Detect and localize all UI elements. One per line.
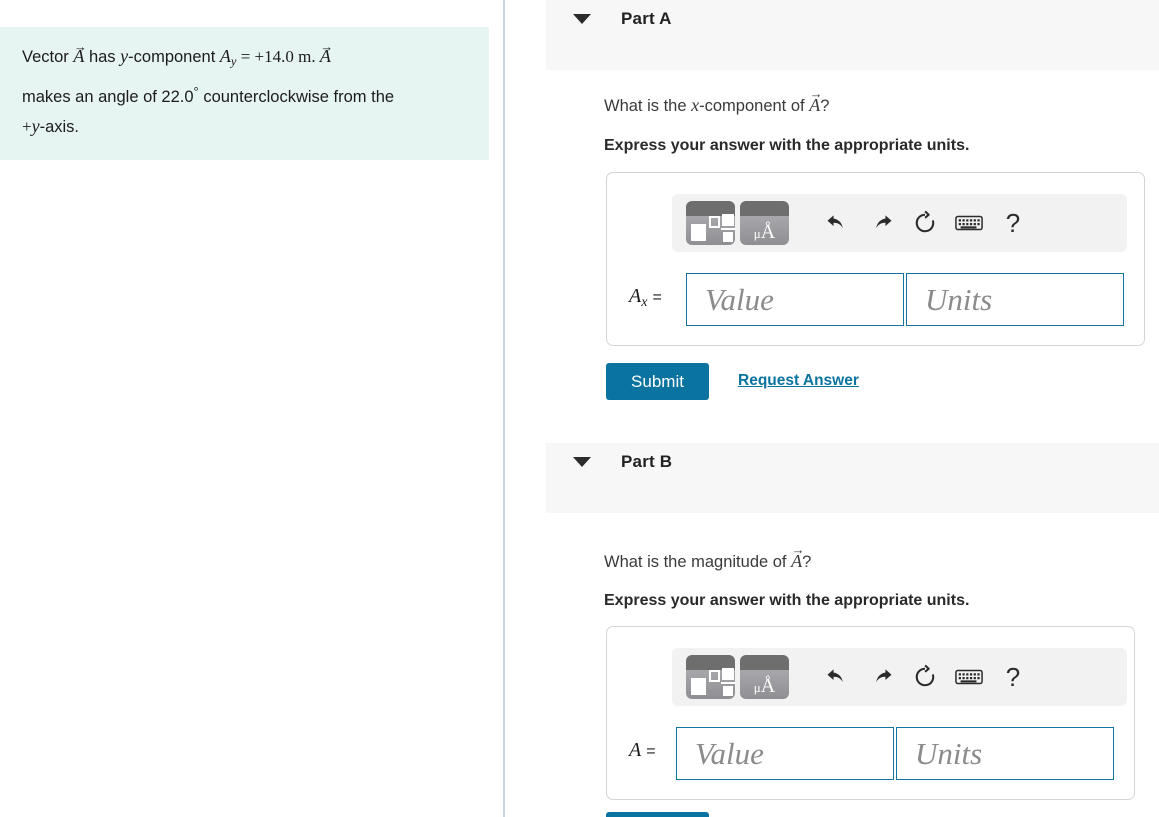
answer-pane: Part A What is the x-component of → A? Ex… <box>507 0 1159 817</box>
math-toolbar-b: μÅ ? <box>672 648 1127 706</box>
y-symbol: y <box>120 46 129 66</box>
math-toolbar-a: μÅ ? <box>672 194 1127 252</box>
vector-a-symbol-2: → A <box>320 39 333 72</box>
units-glyph: μÅ <box>753 221 776 243</box>
answer-label-b: A = <box>629 739 656 765</box>
question-a-pre: What is the <box>604 97 692 115</box>
vector-a-symbol: → A <box>791 541 804 571</box>
answer-label-b-var: A <box>629 739 642 761</box>
undo-icon[interactable] <box>815 203 859 243</box>
math-template-icon[interactable] <box>686 655 735 699</box>
caret-down-icon[interactable] <box>573 14 591 24</box>
problem-statement-card: Vector → A has y-component Ay = +14.0 m. … <box>0 27 489 161</box>
vector-arrow-icon: → <box>809 85 823 101</box>
redo-icon[interactable] <box>859 203 903 243</box>
answer-label-a: Ax = <box>629 285 662 311</box>
page-root: Vector → A has y-component Ay = +14.0 m. … <box>0 0 1159 817</box>
question-a-var: x <box>691 95 700 115</box>
units-input-a[interactable]: Units <box>906 273 1124 326</box>
problem-line1-mid: has <box>84 48 121 66</box>
plus-sign: + <box>22 117 32 137</box>
question-a: What is the x-component of → A? <box>604 85 829 116</box>
problem-line1-pre: Vector <box>22 48 74 66</box>
answer-label-b-eq: = <box>646 743 656 760</box>
answer-label-a-sub: x <box>641 294 648 310</box>
question-b: What is the magnitude of → A? <box>604 541 811 572</box>
reset-icon[interactable] <box>903 657 947 697</box>
problem-statement-text: Vector → A has y-component Ay = +14.0 m. … <box>22 39 467 142</box>
problem-line2-pre: makes an angle of 22.0 <box>22 87 194 106</box>
units-placeholder-b: Units <box>915 735 983 771</box>
vector-arrow-icon: → <box>320 38 333 54</box>
answer-box-b: μÅ ? A = Value Units <box>606 626 1135 800</box>
y-axis-symbol: y <box>31 116 40 137</box>
keyboard-icon[interactable] <box>947 657 991 697</box>
units-input-b[interactable]: Units <box>896 727 1114 780</box>
answer-label-a-var: A <box>629 285 642 307</box>
part-header-a[interactable]: Part A <box>546 0 1159 70</box>
redo-icon[interactable] <box>859 657 903 697</box>
part-title-a: Part A <box>621 9 672 28</box>
vector-arrow-icon: → <box>791 541 805 557</box>
value-placeholder-b: Value <box>695 735 764 771</box>
math-template-icon[interactable] <box>686 201 735 245</box>
units-glyph: μÅ <box>753 675 776 697</box>
units-icon[interactable]: μÅ <box>740 201 789 245</box>
question-a-post: -component of <box>699 97 810 115</box>
value-placeholder-a: Value <box>705 281 774 317</box>
answer-label-a-eq: = <box>652 289 662 306</box>
vector-a-symbol: → A <box>809 85 822 115</box>
instruction-a: Express your answer with the appropriate… <box>604 137 970 154</box>
question-b-pre: What is the magnitude of <box>604 553 792 571</box>
value-input-b[interactable]: Value <box>676 727 894 780</box>
units-icon[interactable]: μÅ <box>740 655 789 699</box>
part-header-b[interactable]: Part B <box>546 443 1159 513</box>
request-answer-link-a[interactable]: Request Answer <box>738 372 859 390</box>
value-input-a[interactable]: Value <box>686 273 904 326</box>
help-icon[interactable]: ? <box>991 657 1035 697</box>
caret-down-icon[interactable] <box>573 457 591 467</box>
part-title-b: Part B <box>621 452 673 471</box>
vector-arrow-icon: → <box>73 38 87 54</box>
keyboard-icon[interactable] <box>947 203 991 243</box>
submit-button-b[interactable]: Submit <box>606 812 709 817</box>
problem-line1-comp: -component <box>128 48 220 66</box>
units-placeholder-a: Units <box>925 281 993 317</box>
help-icon[interactable]: ? <box>991 203 1035 243</box>
problem-line1-equals: = +14.0 m. <box>236 47 320 66</box>
answer-box-a: μÅ ? Ax = Value Units <box>606 172 1145 346</box>
problem-line3-axis: -axis. <box>39 118 80 137</box>
problem-pane: Vector → A has y-component Ay = +14.0 m. … <box>0 0 505 817</box>
submit-button-a[interactable]: Submit <box>606 363 709 400</box>
reset-icon[interactable] <box>903 203 947 243</box>
instruction-b: Express your answer with the appropriate… <box>604 592 970 609</box>
a-sub-symbol: A <box>219 46 231 66</box>
undo-icon[interactable] <box>815 657 859 697</box>
problem-line2-post: counterclockwise from the <box>198 87 395 106</box>
vector-a-symbol: → A <box>73 39 86 72</box>
